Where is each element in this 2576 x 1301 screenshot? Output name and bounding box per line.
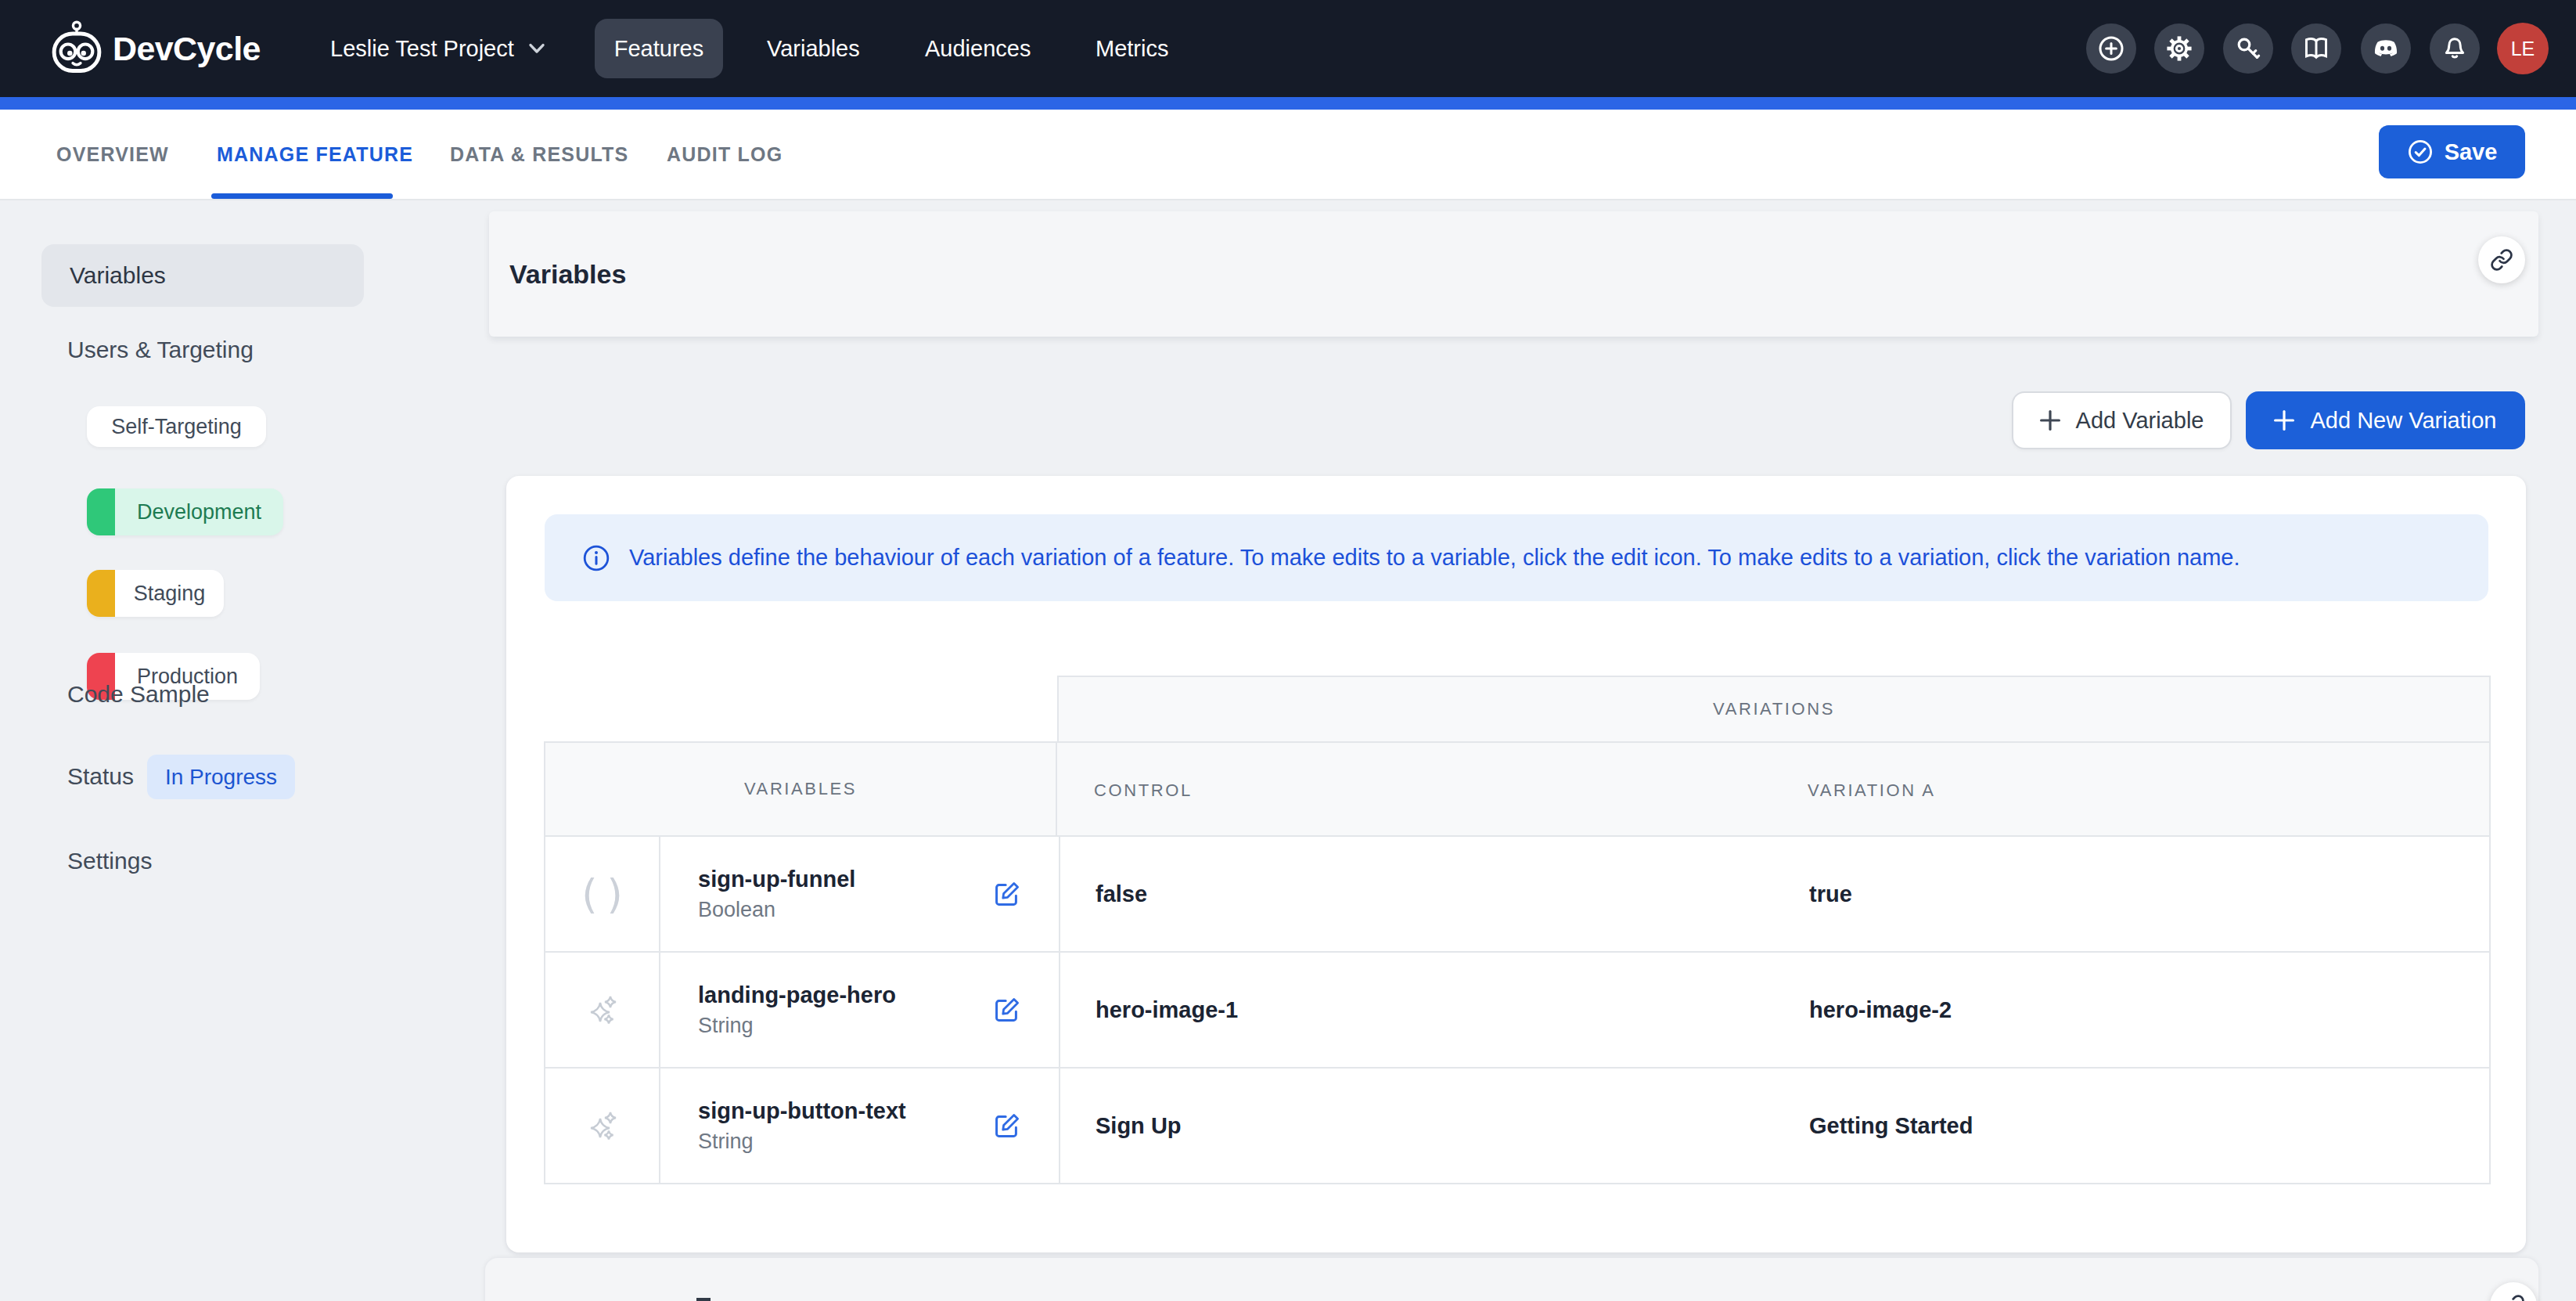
sidebar-chip-self-targeting[interactable]: Self-Targeting — [87, 406, 266, 447]
brand-wordmark: DevCycle — [113, 0, 261, 97]
add-variable-button[interactable]: Add Variable — [2012, 391, 2232, 449]
variable-type: String — [698, 1011, 896, 1040]
link-icon — [2490, 248, 2513, 272]
edit-variable-button[interactable] — [993, 880, 1021, 908]
next-section-panel — [485, 1258, 2538, 1301]
info-icon — [582, 544, 610, 572]
control-column-header: CONTROL — [1094, 743, 1193, 838]
sidebar-chip-staging[interactable]: Staging — [87, 570, 224, 617]
avatar[interactable]: LE — [2497, 23, 2549, 74]
variable-name[interactable]: sign-up-button-text — [698, 1095, 906, 1126]
variation-a-value: hero-image-2 — [1809, 953, 1952, 1067]
sparkles-icon — [545, 1069, 659, 1183]
link-icon — [2502, 1294, 2525, 1301]
key-icon — [2235, 35, 2261, 62]
control-value: false — [1096, 837, 1147, 951]
table-row: () sign-up-funnel Boolean false true — [544, 837, 2491, 953]
discord-button[interactable] — [2361, 23, 2411, 74]
sidebar-item-variables[interactable]: Variables — [41, 244, 364, 307]
info-banner: Variables define the behaviour of each v… — [545, 514, 2488, 601]
sidebar-item-status: Status — [67, 763, 134, 790]
project-selector[interactable]: Leslie Test Project — [330, 0, 545, 97]
info-banner-text: Variables define the behaviour of each v… — [629, 545, 2240, 571]
control-value: hero-image-1 — [1096, 953, 1238, 1067]
variation-column-headers: CONTROL VARIATION A — [1057, 741, 2491, 837]
api-keys-button[interactable] — [2223, 23, 2273, 74]
navbar: DevCycle Leslie Test Project Features Va… — [0, 0, 2576, 97]
page-title: Variables — [509, 211, 626, 337]
tab-audit-log[interactable]: AUDIT LOG — [667, 110, 783, 199]
nav-item-metrics[interactable]: Metrics — [1096, 0, 1168, 97]
add-new-button[interactable] — [2086, 23, 2136, 74]
table-row: sign-up-button-text String Sign Up Getti… — [544, 1069, 2491, 1184]
sidebar-item-users-targeting[interactable]: Users & Targeting — [67, 337, 254, 363]
notifications-button[interactable] — [2430, 23, 2480, 74]
copy-link-button[interactable] — [2478, 236, 2525, 283]
nav-item-features[interactable]: Features — [595, 19, 723, 78]
edit-variable-button[interactable] — [993, 1112, 1021, 1140]
table-row: landing-page-hero String hero-image-1 he… — [544, 953, 2491, 1069]
copy-link-button[interactable] — [2490, 1282, 2537, 1301]
settings-button[interactable] — [2154, 23, 2204, 74]
discord-icon — [2372, 34, 2400, 63]
nav-item-variables[interactable]: Variables — [767, 0, 860, 97]
status-badge[interactable]: In Progress — [147, 755, 295, 799]
content: Variables Variables Users & Targeting Se… — [0, 200, 2576, 1301]
edit-icon — [994, 996, 1020, 1023]
edit-icon — [994, 1112, 1020, 1139]
check-circle-icon — [2407, 139, 2434, 165]
docs-button[interactable] — [2291, 23, 2341, 74]
variable-name[interactable]: landing-page-hero — [698, 979, 896, 1011]
bell-icon — [2441, 35, 2468, 62]
section-header-panel: Variables — [489, 211, 2538, 337]
variables-card: Variables define the behaviour of each v… — [506, 476, 2526, 1252]
variation-a-column-header: VARIATION A — [1808, 743, 1935, 838]
book-icon — [2303, 35, 2330, 62]
clipped-text — [696, 1298, 711, 1301]
gear-icon — [2165, 34, 2193, 63]
sparkles-icon — [545, 953, 659, 1067]
variable-name[interactable]: sign-up-funnel — [698, 863, 855, 895]
tab-data-results[interactable]: DATA & RESULTS — [450, 110, 628, 199]
variations-header: VARIATIONS — [1057, 676, 2491, 741]
save-button[interactable]: Save — [2379, 125, 2525, 178]
add-new-variation-button[interactable]: Add New Variation — [2246, 391, 2525, 449]
control-value: Sign Up — [1096, 1069, 1182, 1183]
edit-icon — [994, 881, 1020, 907]
tab-manage-feature[interactable]: MANAGE FEATURE — [217, 110, 413, 199]
variables-table: VARIATIONS VARIABLES CONTROL VARIATION A… — [544, 676, 2491, 1186]
variation-a-value: Getting Started — [1809, 1069, 1973, 1183]
edit-variable-button[interactable] — [993, 996, 1021, 1024]
chevron-down-icon — [528, 42, 545, 55]
sidebar-chip-development[interactable]: Development — [87, 488, 283, 535]
env-color-bar — [87, 570, 115, 617]
devcycle-logo-icon — [47, 19, 106, 78]
variables-column-header: VARIABLES — [544, 741, 1057, 837]
plus-circle-icon — [2097, 34, 2125, 63]
active-tab-underline — [211, 193, 393, 199]
nav-item-audiences[interactable]: Audiences — [925, 0, 1031, 97]
feature-tabbar: OVERVIEW MANAGE FEATURE DATA & RESULTS A… — [0, 110, 2576, 200]
progress-strip — [0, 97, 2576, 110]
variation-a-value: true — [1809, 837, 1852, 951]
app: DevCycle Leslie Test Project Features Va… — [0, 0, 2576, 1301]
plus-icon — [2040, 410, 2060, 431]
env-color-bar — [87, 488, 115, 535]
tab-overview[interactable]: OVERVIEW — [56, 110, 169, 199]
plus-icon — [2274, 410, 2294, 431]
sidebar-item-code-sample[interactable]: Code Sample — [67, 681, 210, 708]
variable-type: Boolean — [698, 895, 855, 924]
boolean-icon: () — [545, 837, 659, 951]
variable-type: String — [698, 1126, 906, 1156]
sidebar-item-settings[interactable]: Settings — [67, 848, 152, 874]
